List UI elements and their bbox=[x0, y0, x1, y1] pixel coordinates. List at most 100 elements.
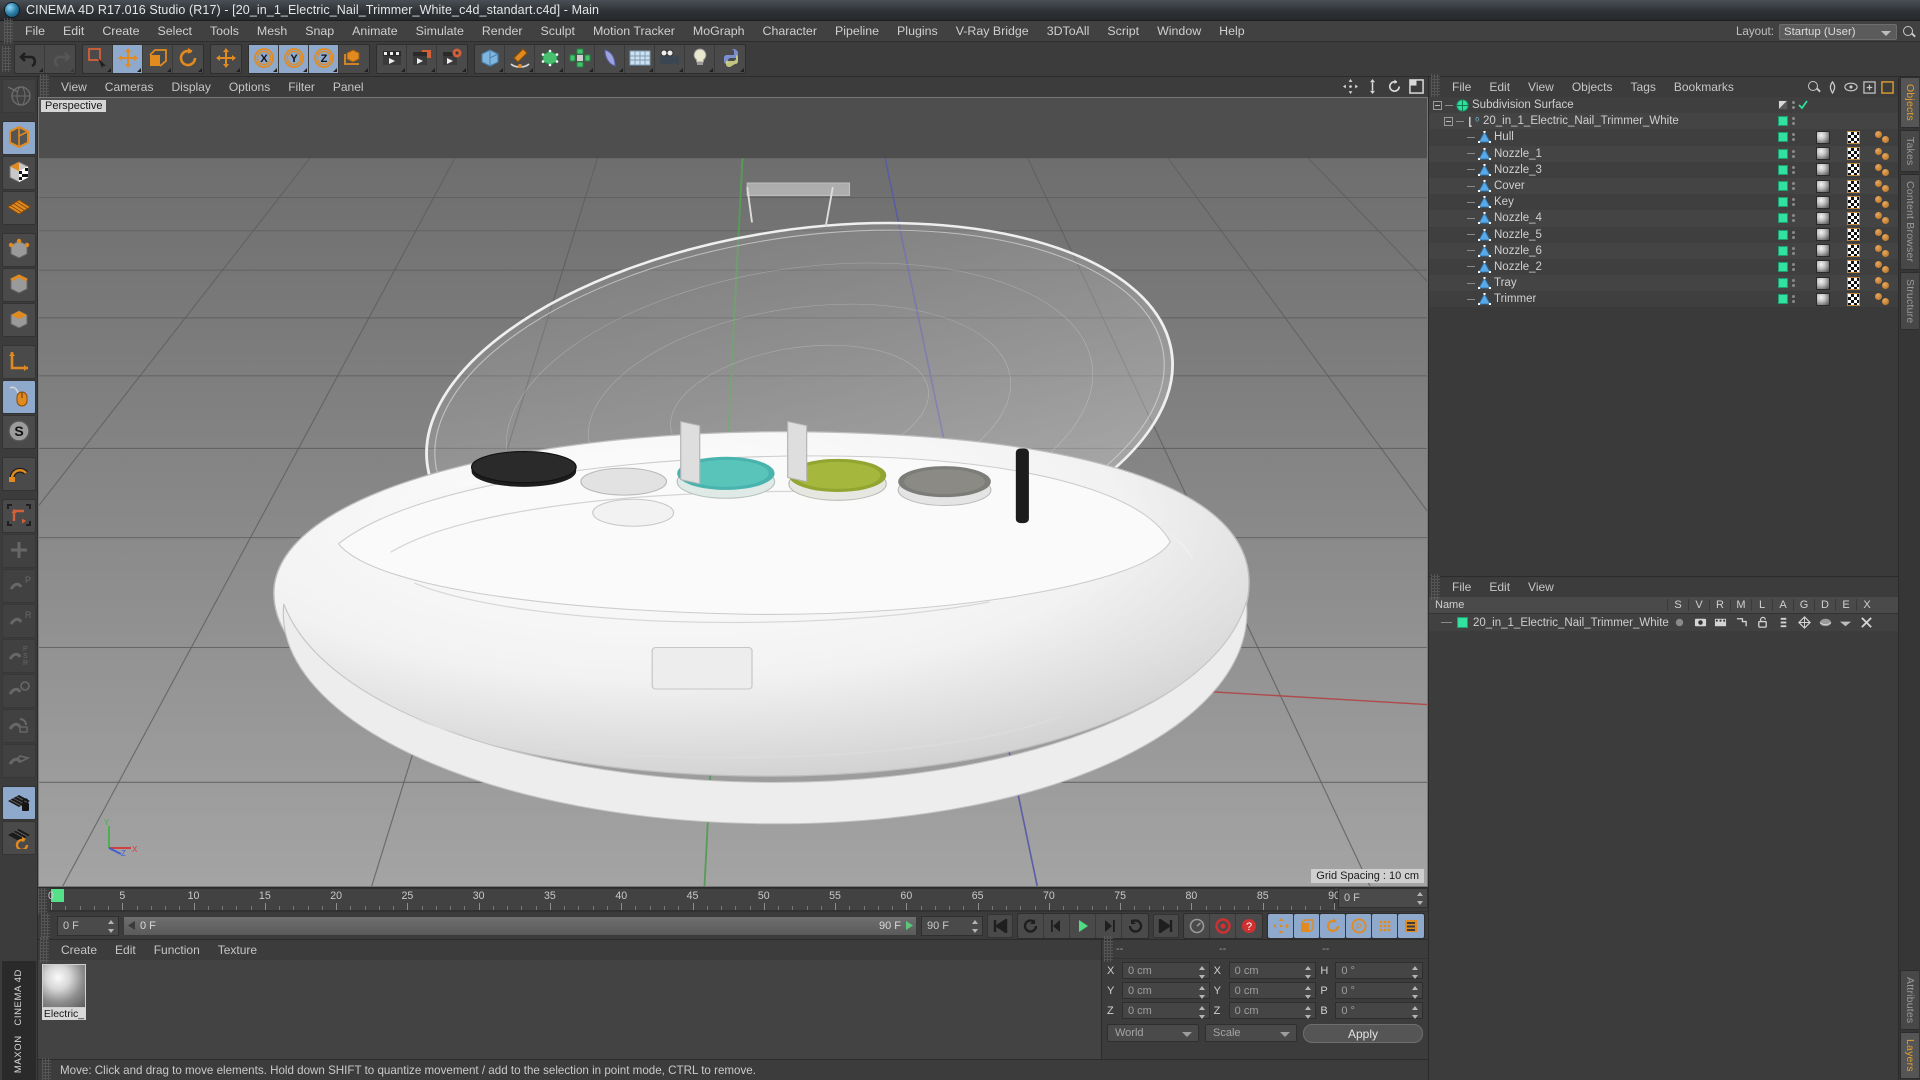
position-key-button[interactable] bbox=[1268, 913, 1294, 938]
menu-item-animate[interactable]: Animate bbox=[343, 22, 406, 40]
stepper-icon[interactable] bbox=[1412, 986, 1419, 999]
material-list[interactable]: Electric_ bbox=[38, 960, 1101, 1059]
visibility-dots[interactable] bbox=[1788, 165, 1798, 174]
workplane-rotate-button[interactable] bbox=[1, 821, 36, 855]
keyframe-selection-button[interactable]: ? bbox=[1236, 913, 1262, 938]
viewport-menu-cameras[interactable]: Cameras bbox=[96, 79, 163, 95]
previous-keyframe-button[interactable] bbox=[1018, 913, 1044, 938]
timeline-scrollbar[interactable]: 0 F 90 F bbox=[123, 915, 917, 936]
eye-icon[interactable] bbox=[1844, 81, 1858, 93]
lock-z-axis-button[interactable]: Z bbox=[309, 45, 339, 73]
material-grip-handle[interactable] bbox=[40, 937, 49, 963]
visibility-dots[interactable] bbox=[1788, 133, 1798, 142]
add-camera-button[interactable] bbox=[655, 45, 685, 73]
enable-toggle[interactable] bbox=[1778, 197, 1788, 208]
layer-col-r[interactable]: R bbox=[1709, 599, 1730, 611]
viewport-menu-panel[interactable]: Panel bbox=[324, 79, 373, 95]
end-frame-field[interactable]: 90 F bbox=[921, 915, 983, 936]
record-active-objects-button[interactable] bbox=[1210, 913, 1236, 938]
stepper-icon[interactable] bbox=[1417, 892, 1424, 905]
object-menu-objects[interactable]: Objects bbox=[1563, 79, 1622, 95]
layer-flag-x-icon[interactable] bbox=[1856, 616, 1877, 629]
lock-y-axis-button[interactable]: Y bbox=[279, 45, 309, 73]
layer-col-s[interactable]: S bbox=[1667, 599, 1688, 611]
visibility-dots[interactable] bbox=[1788, 295, 1798, 304]
layer-manager-grip-handle[interactable] bbox=[1431, 574, 1440, 600]
enable-toggle[interactable] bbox=[1778, 100, 1788, 111]
param-key-button[interactable]: P bbox=[1346, 913, 1372, 938]
stepper-icon[interactable] bbox=[1198, 966, 1206, 979]
stepper-icon[interactable] bbox=[1412, 1006, 1419, 1019]
search-icon[interactable] bbox=[1807, 80, 1821, 94]
size-mode-dropdown[interactable]: Scale bbox=[1205, 1024, 1297, 1042]
material-tag[interactable] bbox=[1808, 244, 1838, 258]
texture-mode-button[interactable] bbox=[1, 156, 36, 190]
python-button[interactable] bbox=[715, 45, 745, 73]
visibility-dots[interactable] bbox=[1788, 117, 1798, 126]
coordinate-grip-handle[interactable] bbox=[1104, 936, 1113, 962]
edge-tab-takes[interactable]: Takes bbox=[1900, 130, 1919, 173]
go-to-end-button[interactable] bbox=[1153, 913, 1179, 938]
texture-tag[interactable] bbox=[1838, 228, 1868, 242]
stepper-icon[interactable] bbox=[1305, 966, 1312, 979]
object-tree[interactable]: Subdivision Surface 0 20_in_1_Electric_N… bbox=[1429, 97, 1898, 576]
uv-tag[interactable] bbox=[1868, 179, 1898, 193]
material-menu-function[interactable]: Function bbox=[145, 942, 209, 958]
menu-item-mesh[interactable]: Mesh bbox=[248, 22, 296, 40]
material-tag[interactable] bbox=[1808, 211, 1838, 225]
size-x-field[interactable]: 0 cm bbox=[1228, 962, 1317, 979]
viewport-solo-button[interactable] bbox=[1, 380, 36, 414]
current-frame-field[interactable]: 0 F bbox=[1338, 888, 1428, 908]
search-icon[interactable] bbox=[1902, 25, 1916, 39]
menu-item-v-ray-bridge[interactable]: V-Ray Bridge bbox=[947, 22, 1038, 40]
enable-toggle[interactable] bbox=[1778, 132, 1788, 143]
texture-tag[interactable] bbox=[1838, 147, 1868, 161]
material-tag[interactable] bbox=[1808, 163, 1838, 177]
menu-item-plugins[interactable]: Plugins bbox=[888, 22, 947, 40]
add-scene-object-button[interactable] bbox=[625, 45, 655, 73]
axis-mode-button[interactable] bbox=[1, 345, 36, 379]
object-tree-row[interactable]: Nozzle_6 bbox=[1429, 242, 1898, 259]
object-tree-row[interactable]: Hull bbox=[1429, 129, 1898, 146]
menu-item-create[interactable]: Create bbox=[93, 22, 148, 40]
rot-p-field[interactable]: 0 ° bbox=[1335, 982, 1424, 999]
timeline-toggle-button[interactable] bbox=[1398, 913, 1424, 938]
menu-item-pipeline[interactable]: Pipeline bbox=[826, 22, 888, 40]
layer-col-x[interactable]: X bbox=[1856, 599, 1877, 611]
undo-button[interactable] bbox=[15, 45, 45, 73]
enable-toggle[interactable] bbox=[1778, 213, 1788, 224]
status-grip-handle[interactable] bbox=[42, 1057, 51, 1080]
edge-tab-content-browser[interactable]: Content Browser bbox=[1900, 174, 1919, 270]
layer-flag-m-icon[interactable] bbox=[1731, 616, 1752, 629]
visibility-dots[interactable] bbox=[1788, 279, 1798, 288]
texture-tag[interactable] bbox=[1838, 130, 1868, 144]
tree-expander[interactable] bbox=[1444, 116, 1453, 126]
polygon-mode-button[interactable] bbox=[1, 303, 36, 337]
layer-rows[interactable]: 20_in_1_Electric_Nail_Trimmer_White bbox=[1429, 614, 1898, 631]
layer-col-e[interactable]: E bbox=[1835, 599, 1856, 611]
menu-item-simulate[interactable]: Simulate bbox=[407, 22, 473, 40]
uv-tag[interactable] bbox=[1868, 195, 1898, 209]
texture-tag[interactable] bbox=[1838, 260, 1868, 274]
timeline-ruler[interactable]: 0 5 10 15 20 25 30 35 40 45 50 55 60 65 70 75 80 85 90 bbox=[48, 888, 1340, 911]
layer-col-m[interactable]: M bbox=[1730, 599, 1751, 611]
texture-tag[interactable] bbox=[1838, 195, 1868, 209]
snap-mode-button[interactable]: S bbox=[1, 415, 36, 449]
menu-item-sculpt[interactable]: Sculpt bbox=[532, 22, 584, 40]
material-tag[interactable] bbox=[1808, 260, 1838, 274]
layer-col-g[interactable]: G bbox=[1793, 599, 1814, 611]
visibility-dots[interactable] bbox=[1788, 198, 1798, 207]
layer-menu-view[interactable]: View bbox=[1519, 579, 1563, 595]
highlight-icon[interactable] bbox=[1881, 80, 1894, 94]
next-keyframe-button[interactable] bbox=[1122, 913, 1148, 938]
edge-tab-structure[interactable]: Structure bbox=[1900, 271, 1919, 331]
menu-item-tools[interactable]: Tools bbox=[201, 22, 248, 40]
pos-y-field[interactable]: 0 cm bbox=[1122, 982, 1210, 999]
object-tree-row[interactable]: Nozzle_4 bbox=[1429, 210, 1898, 227]
rot-h-field[interactable]: 0 ° bbox=[1335, 962, 1424, 979]
layer-menu-edit[interactable]: Edit bbox=[1480, 579, 1519, 595]
object-menu-file[interactable]: File bbox=[1443, 79, 1480, 95]
filter-icon[interactable] bbox=[1826, 80, 1839, 94]
visibility-dots[interactable] bbox=[1788, 101, 1798, 110]
add-spline-button[interactable] bbox=[505, 45, 535, 73]
